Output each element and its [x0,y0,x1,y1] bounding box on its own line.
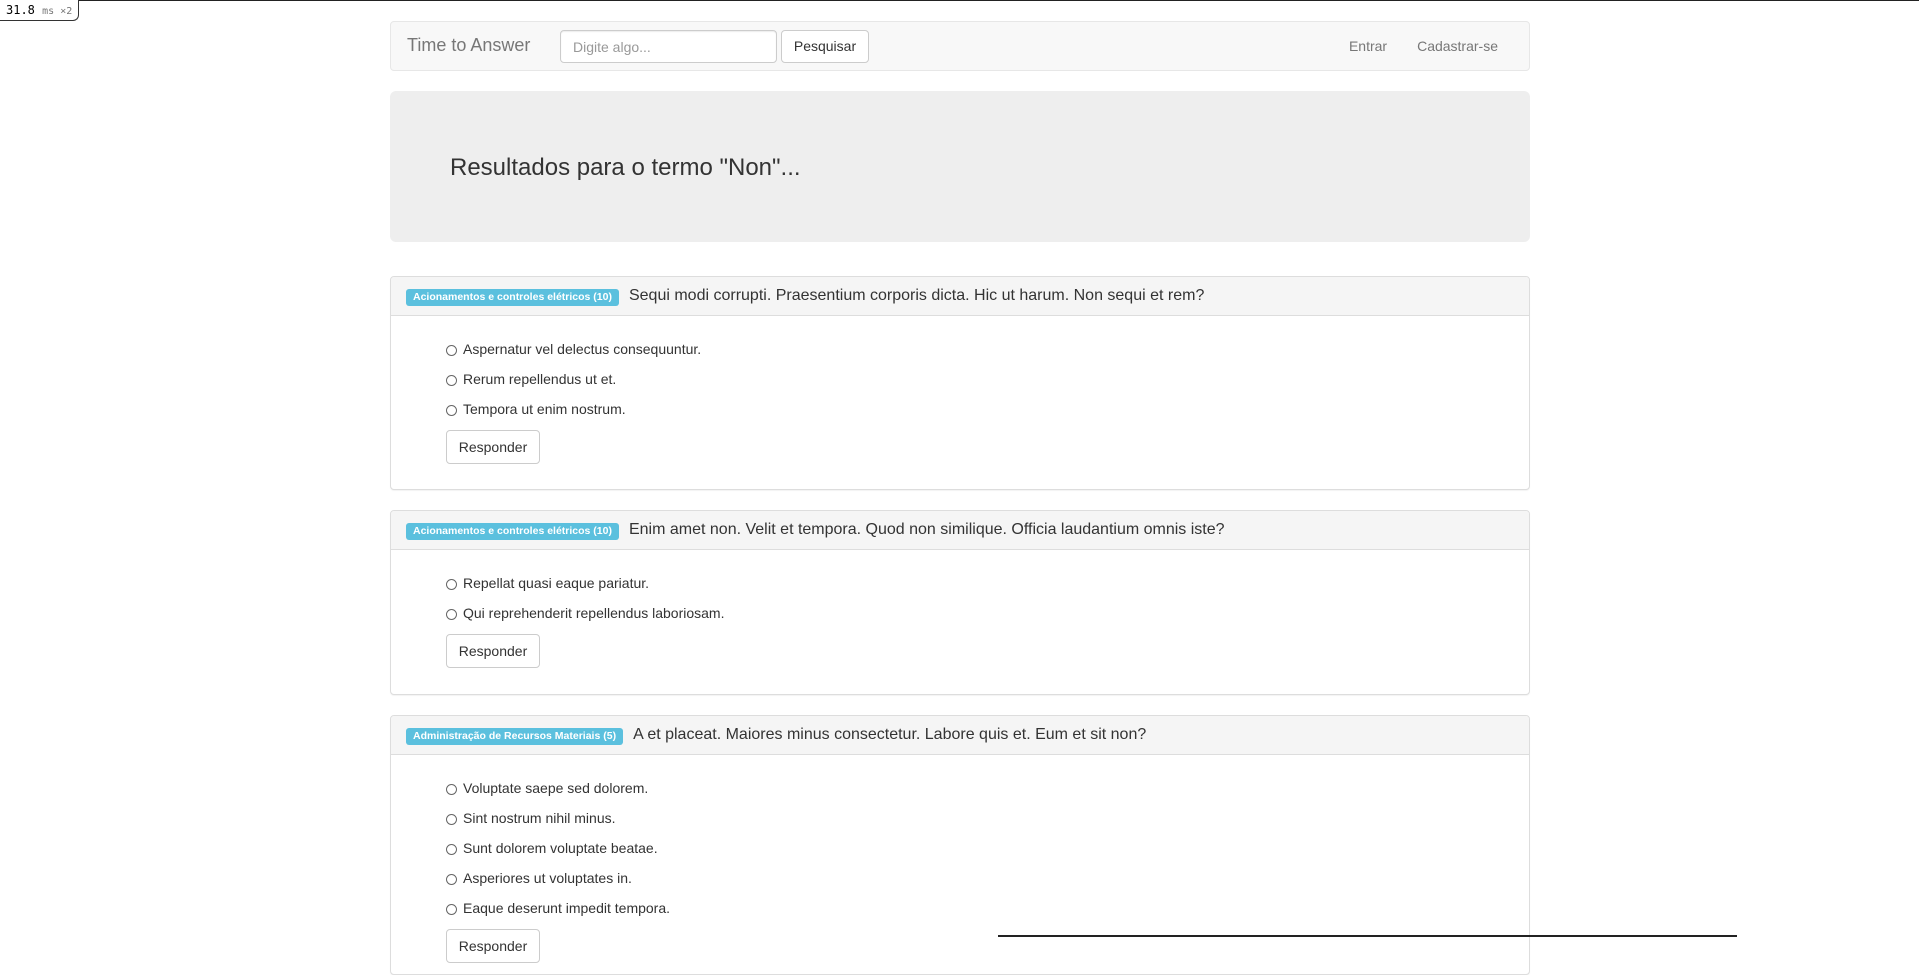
top-border [0,0,1919,1]
answer-option[interactable]: Voluptate saepe sed dolorem. [446,773,1474,803]
question-text: Enim amet non. Velit et tempora. Quod no… [628,521,1225,538]
radio-button[interactable] [446,578,457,590]
answer-option[interactable]: Sunt dolorem voluptate beatae. [446,833,1474,863]
answer-option[interactable]: Sint nostrum nihil minus. [446,803,1474,833]
option-label: Voluptate saepe sed dolorem. [463,780,649,796]
perf-unit: ms ×2 [42,6,73,17]
question-body: Voluptate saepe sed dolorem. Sint nostru… [391,755,1529,963]
radio-button[interactable] [446,374,457,386]
signup-link[interactable]: Cadastrar-se [1402,22,1513,70]
question-panel: Acionamentos e controles elétricos (10) … [390,276,1530,490]
question-body: Aspernatur vel delectus consequuntur. Re… [391,316,1529,464]
option-label: Asperiores ut voluptates in. [463,870,632,886]
results-title: Resultados para o termo "Non"... [450,154,801,181]
answer-option[interactable]: Eaque deserunt impedit tempora. [446,893,1474,923]
subject-badge[interactable]: Acionamentos e controles elétricos (10) [406,288,619,307]
radio-button[interactable] [446,843,457,855]
option-label: Qui reprehenderit repellendus laboriosam… [463,605,725,621]
results-jumbotron: Resultados para o termo "Non"... [390,91,1530,242]
question-text: Sequi modi corrupti. Praesentium corpori… [628,287,1205,304]
answer-option[interactable]: Aspernatur vel delectus consequuntur. [446,334,1474,364]
answer-option[interactable]: Asperiores ut voluptates in. [446,863,1474,893]
radio-button[interactable] [446,813,457,825]
radio-button[interactable] [446,903,457,915]
option-label: Aspernatur vel delectus consequuntur. [463,341,702,357]
search-button[interactable]: Pesquisar [781,30,869,63]
question-body: Repellat quasi eaque pariatur. Qui repre… [391,550,1529,668]
answer-option[interactable]: Repellat quasi eaque pariatur. [446,568,1474,598]
main-container: Time to Answer Pesquisar Entrar Cadastra… [390,21,1530,242]
brand-link[interactable]: Time to Answer [407,35,530,56]
answer-button[interactable]: Responder [446,634,540,668]
answer-option[interactable]: Rerum repellendus ut et. [446,364,1474,394]
navbar: Time to Answer Pesquisar Entrar Cadastra… [390,21,1530,71]
answer-option[interactable]: Tempora ut enim nostrum. [446,394,1474,424]
radio-button[interactable] [446,873,457,885]
option-label: Sint nostrum nihil minus. [463,810,616,826]
question-heading: Acionamentos e controles elétricos (10) … [391,511,1529,550]
perf-value: 31.8 [6,3,35,17]
subject-badge[interactable]: Administração de Recursos Materiais (5) [406,727,624,746]
question-heading: Acionamentos e controles elétricos (10) … [391,277,1529,316]
question-text: A et placeat. Maiores minus consectetur.… [633,726,1147,743]
option-label: Rerum repellendus ut et. [463,371,617,387]
answer-button[interactable]: Responder [446,929,540,963]
radio-button[interactable] [446,783,457,795]
search-input[interactable] [560,30,777,63]
answer-option[interactable]: Qui reprehenderit repellendus laboriosam… [446,598,1474,628]
option-label: Repellat quasi eaque pariatur. [463,575,650,591]
nav-right: Entrar Cadastrar-se [1334,22,1513,70]
subject-badge[interactable]: Acionamentos e controles elétricos (10) [406,522,619,541]
option-label: Tempora ut enim nostrum. [463,401,626,417]
option-label: Eaque deserunt impedit tempora. [463,900,671,916]
answer-button[interactable]: Responder [446,430,540,464]
radio-button[interactable] [446,404,457,416]
perf-counter: 31.8 ms ×2 [0,0,80,21]
question-panel: Acionamentos e controles elétricos (10) … [390,510,1530,695]
radio-button[interactable] [446,344,457,356]
login-link[interactable]: Entrar [1334,22,1402,70]
option-label: Sunt dolorem voluptate beatae. [463,840,658,856]
question-heading: Administração de Recursos Materiais (5) … [391,716,1529,755]
radio-button[interactable] [446,608,457,620]
